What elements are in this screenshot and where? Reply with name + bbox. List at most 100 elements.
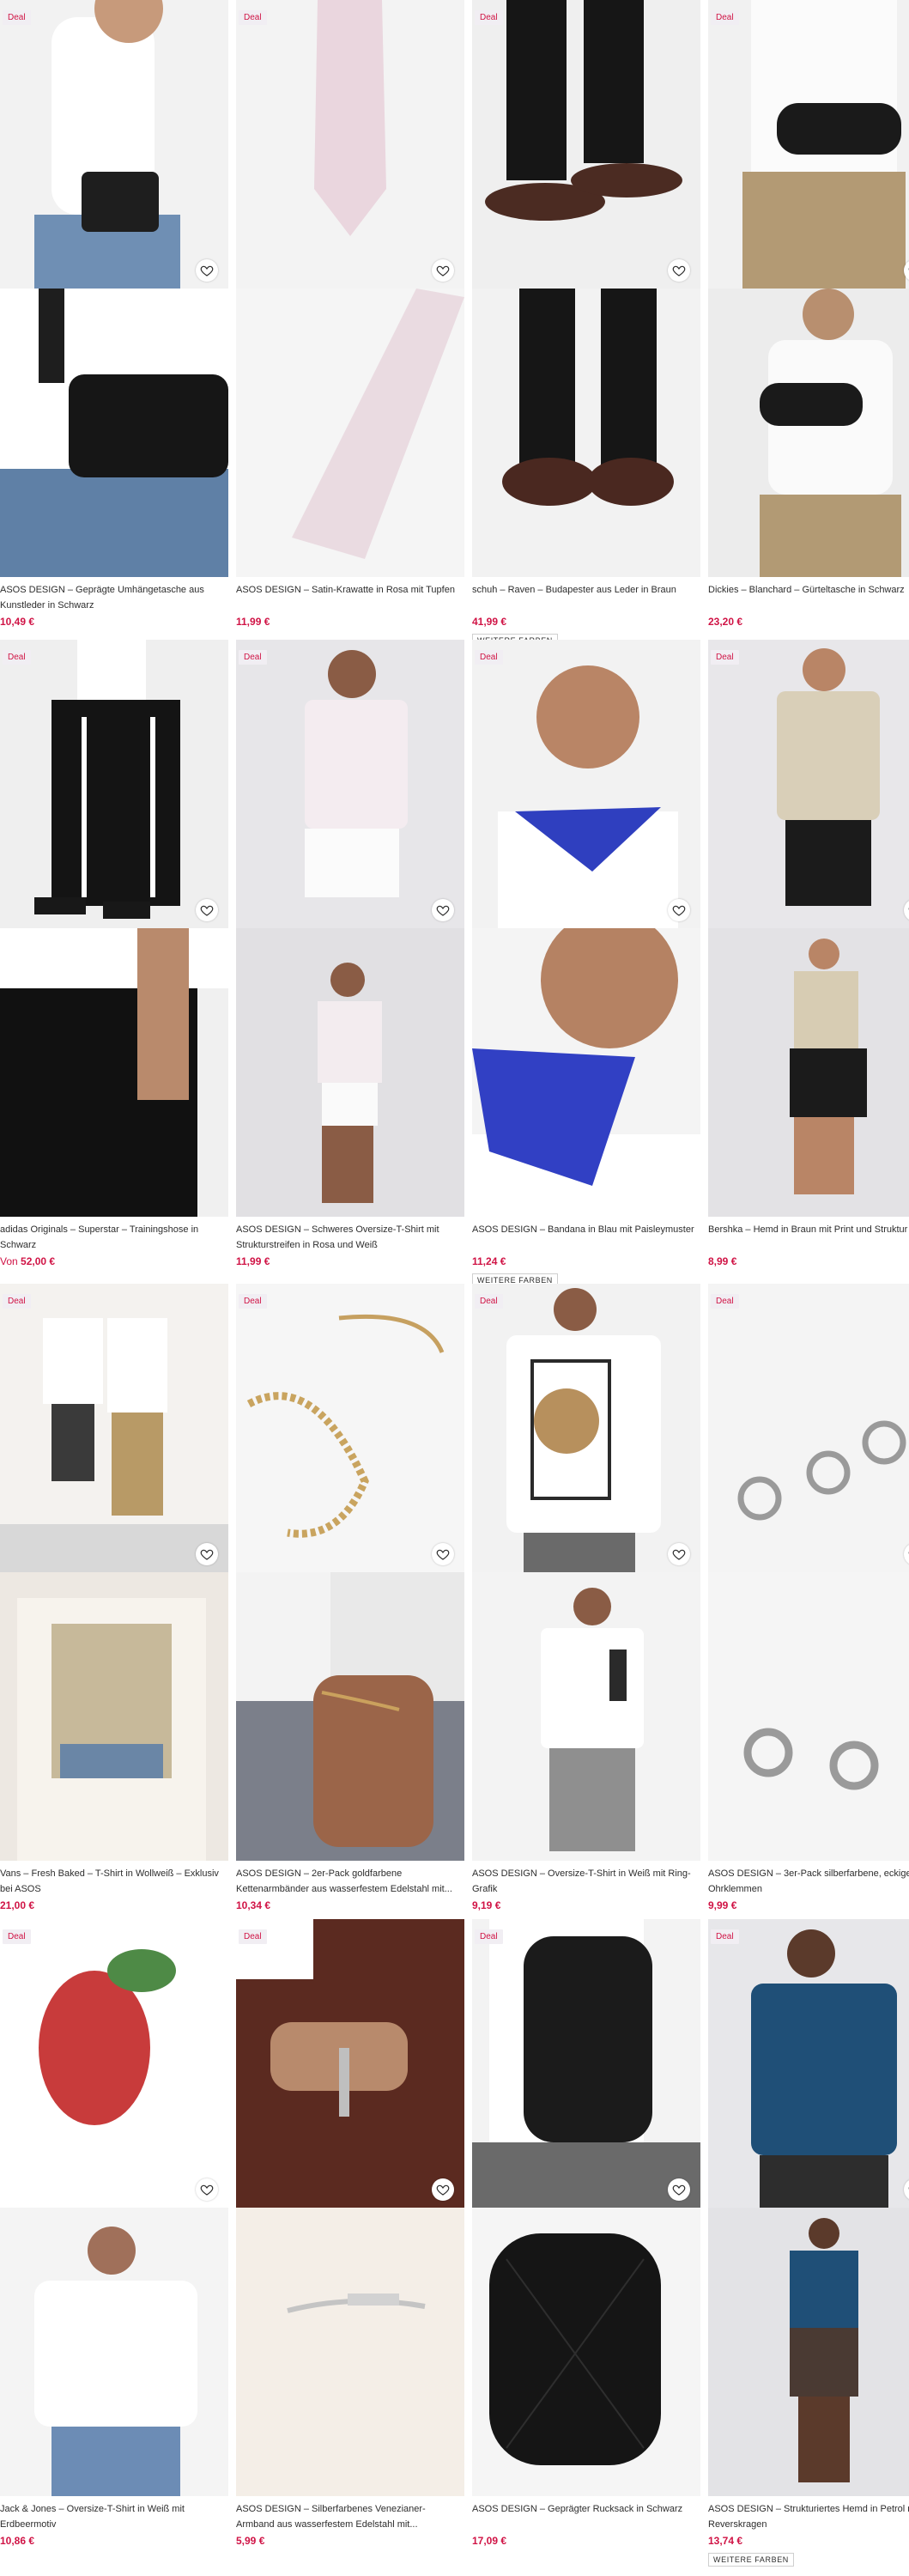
product-image-primary[interactable]: [236, 1284, 464, 1572]
product-media[interactable]: Deal: [472, 1919, 700, 2496]
product-media[interactable]: Deal: [236, 1284, 464, 1861]
save-to-wishlist-button[interactable]: [432, 2178, 454, 2201]
product-card[interactable]: Deal Vans – Fresh Baked – T-Shirt in Wol…: [0, 1284, 228, 1912]
product-card[interactable]: Deal Bershka – Hemd in Braun mit Print u…: [708, 640, 909, 1268]
save-to-wishlist-button[interactable]: [196, 259, 218, 282]
product-title[interactable]: ASOS DESIGN – Geprägter Rucksack in Schw…: [472, 2501, 700, 2532]
product-card[interactable]: Deal Dickies – Blanchard – Gürteltasche …: [708, 0, 909, 629]
save-to-wishlist-button[interactable]: [196, 2178, 218, 2201]
product-price: 9,19 €: [472, 1899, 700, 1912]
product-title[interactable]: ASOS DESIGN – Oversize-T-Shirt in Weiß m…: [472, 1866, 700, 1897]
product-image-primary[interactable]: [708, 0, 909, 289]
save-to-wishlist-button[interactable]: [432, 1543, 454, 1565]
product-media[interactable]: Deal: [708, 0, 909, 577]
product-title[interactable]: Vans – Fresh Baked – T-Shirt in Wollweiß…: [0, 1866, 228, 1897]
product-media[interactable]: Deal: [472, 1284, 700, 1861]
product-image-secondary[interactable]: [0, 1572, 228, 1861]
product-card[interactable]: Deal ASOS DESIGN – Geprägte Umhängetasch…: [0, 0, 228, 629]
product-image-primary[interactable]: [708, 1919, 909, 2208]
heart-icon: [200, 1549, 214, 1560]
product-image-primary[interactable]: [472, 1919, 700, 2208]
product-image-primary[interactable]: [0, 1919, 228, 2208]
product-media[interactable]: Deal: [708, 640, 909, 1217]
save-to-wishlist-button[interactable]: [668, 1543, 690, 1565]
product-image-secondary[interactable]: [472, 1572, 700, 1861]
product-media[interactable]: Deal: [0, 1284, 228, 1861]
product-card[interactable]: Deal ASOS DESIGN – Bandana in Blau mit P…: [472, 640, 700, 1287]
product-image-secondary[interactable]: [472, 289, 700, 577]
product-image-secondary[interactable]: [708, 928, 909, 1217]
product-title[interactable]: ASOS DESIGN – Strukturiertes Hemd in Pet…: [708, 2501, 909, 2532]
price-value: 52,00 €: [21, 1255, 56, 1267]
product-media[interactable]: Deal: [708, 1284, 909, 1861]
product-title[interactable]: ASOS DESIGN – Silberfarbenes Venezianer-…: [236, 2501, 464, 2532]
product-image-secondary[interactable]: [0, 928, 228, 1217]
product-image-secondary[interactable]: [708, 289, 909, 577]
price-value: 5,99 €: [236, 2535, 265, 2547]
product-card[interactable]: Deal ASOS DESIGN – Strukturiertes Hemd i…: [708, 1919, 909, 2567]
product-title[interactable]: ASOS DESIGN – 2er-Pack goldfarbene Kette…: [236, 1866, 464, 1897]
save-to-wishlist-button[interactable]: [668, 2178, 690, 2201]
product-card[interactable]: Deal ASOS DESIGN – Geprägter Rucksack in…: [472, 1919, 700, 2548]
product-media[interactable]: Deal: [236, 0, 464, 577]
product-media[interactable]: Deal: [0, 0, 228, 577]
product-title[interactable]: ASOS DESIGN – Bandana in Blau mit Paisle…: [472, 1222, 700, 1253]
product-card[interactable]: Deal ASOS DESIGN – Satin-Krawatte in Ros…: [236, 0, 464, 629]
product-media[interactable]: Deal: [0, 1919, 228, 2496]
product-image-secondary[interactable]: [0, 2208, 228, 2496]
product-media[interactable]: Deal: [236, 640, 464, 1217]
product-title[interactable]: ASOS DESIGN – 3er-Pack silberfarbene, ec…: [708, 1866, 909, 1897]
product-image-secondary[interactable]: [236, 2208, 464, 2496]
product-image-secondary[interactable]: [708, 2208, 909, 2496]
save-to-wishlist-button[interactable]: [432, 259, 454, 282]
product-card[interactable]: Deal ASOS DESIGN – Silberfarbenes Venezi…: [236, 1919, 464, 2548]
deal-badge: Deal: [239, 1294, 267, 1309]
product-title[interactable]: Bershka – Hemd in Braun mit Print und St…: [708, 1222, 909, 1253]
product-title[interactable]: schuh – Raven – Budapester aus Leder in …: [472, 582, 700, 613]
product-image-secondary[interactable]: [236, 1572, 464, 1861]
save-to-wishlist-button[interactable]: [668, 899, 690, 921]
product-image-secondary[interactable]: [472, 2208, 700, 2496]
product-image-primary[interactable]: [472, 0, 700, 289]
product-image-primary[interactable]: [236, 0, 464, 289]
save-to-wishlist-button[interactable]: [668, 259, 690, 282]
product-image-primary[interactable]: [708, 640, 909, 928]
product-image-secondary[interactable]: [0, 289, 228, 577]
deal-badge: Deal: [711, 10, 739, 25]
product-image-primary[interactable]: [236, 1919, 464, 2208]
product-title[interactable]: ASOS DESIGN – Geprägte Umhängetasche aus…: [0, 582, 228, 613]
product-title[interactable]: ASOS DESIGN – Satin-Krawatte in Rosa mit…: [236, 582, 464, 613]
product-media[interactable]: Deal: [472, 0, 700, 577]
product-image-primary[interactable]: [472, 1284, 700, 1572]
product-media[interactable]: Deal: [472, 640, 700, 1217]
product-image-primary[interactable]: [472, 640, 700, 928]
product-card[interactable]: Deal ASOS DESIGN – Schweres Oversize-T-S…: [236, 640, 464, 1268]
save-to-wishlist-button[interactable]: [196, 1543, 218, 1565]
product-media[interactable]: Deal: [708, 1919, 909, 2496]
save-to-wishlist-button[interactable]: [196, 899, 218, 921]
product-image-secondary[interactable]: [236, 928, 464, 1217]
save-to-wishlist-button[interactable]: [432, 899, 454, 921]
product-card[interactable]: Deal schuh – Raven – Budapester aus Lede…: [472, 0, 700, 647]
product-card[interactable]: Deal ASOS DESIGN – 2er-Pack goldfarbene …: [236, 1284, 464, 1912]
product-card[interactable]: Deal ASOS DESIGN – Oversize-T-Shirt in W…: [472, 1284, 700, 1912]
product-image-secondary[interactable]: [472, 928, 700, 1217]
product-image-secondary[interactable]: [236, 289, 464, 577]
product-card[interactable]: Deal Jack & Jones – Oversize-T-Shirt in …: [0, 1919, 228, 2548]
product-title[interactable]: ASOS DESIGN – Schweres Oversize-T-Shirt …: [236, 1222, 464, 1253]
product-media[interactable]: Deal: [0, 640, 228, 1217]
product-image-primary[interactable]: [0, 1284, 228, 1572]
product-title[interactable]: adidas Originals – Superstar – Trainings…: [0, 1222, 228, 1253]
product-title[interactable]: Dickies – Blanchard – Gürteltasche in Sc…: [708, 582, 909, 613]
product-image-primary[interactable]: [708, 1284, 909, 1572]
product-image-secondary[interactable]: [708, 1572, 909, 1861]
product-media[interactable]: Deal: [236, 1919, 464, 2496]
product-card[interactable]: Deal ASOS DESIGN – 3er-Pack silberfarben…: [708, 1284, 909, 1912]
price-value: 9,19 €: [472, 1899, 501, 1911]
product-title[interactable]: Jack & Jones – Oversize-T-Shirt in Weiß …: [0, 2501, 228, 2532]
product-image-primary[interactable]: [236, 640, 464, 928]
more-colors-badge[interactable]: WEITERE FARBEN: [708, 2553, 794, 2567]
product-card[interactable]: Deal adidas Originals – Superstar – Trai…: [0, 640, 228, 1268]
product-image-primary[interactable]: [0, 0, 228, 289]
product-image-primary[interactable]: [0, 640, 228, 928]
